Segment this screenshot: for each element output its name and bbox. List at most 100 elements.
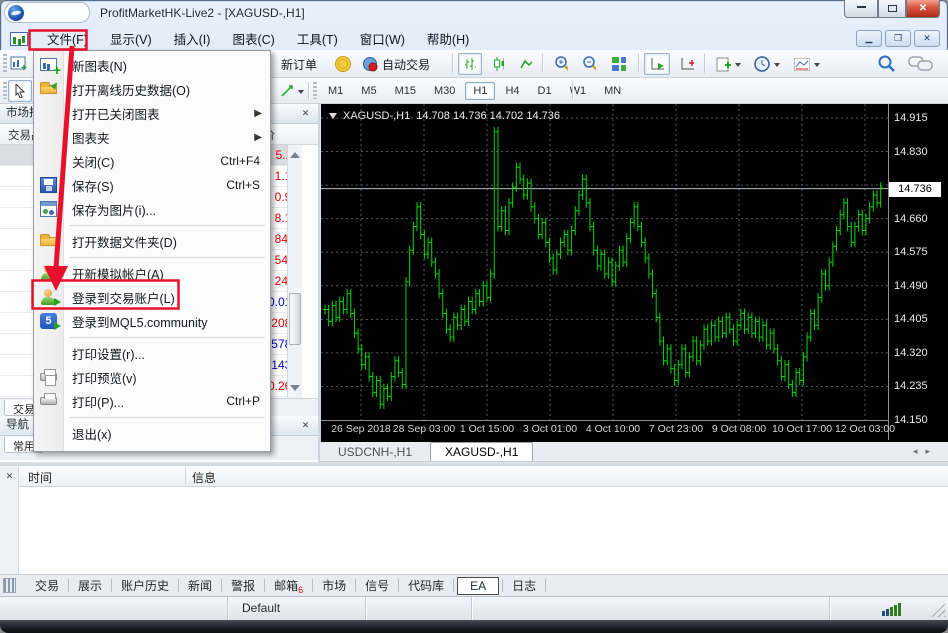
menu-item-6[interactable]: 帮助(H) xyxy=(416,26,480,51)
candlestick-mode-button[interactable] xyxy=(486,53,510,75)
minimize-button[interactable] xyxy=(844,0,878,18)
chart-window-icon[interactable] xyxy=(10,32,28,46)
file-menu-item-16[interactable]: 打印(P)...Ctrl+P xyxy=(34,389,270,413)
new-chart-icon[interactable]: + xyxy=(8,54,30,74)
timeframe-m1[interactable]: M1 xyxy=(320,82,351,100)
chart-window[interactable]: XAGUSD-,H1 14.708 14.736 14.702 14.736 1… xyxy=(321,104,948,442)
print-icon xyxy=(40,397,57,405)
tile-windows-button[interactable] xyxy=(606,53,632,75)
close-button[interactable]: ✕ xyxy=(906,0,940,18)
menu-item-5[interactable]: 窗口(W) xyxy=(349,26,416,51)
chart-tab-1[interactable]: XAGUSD-,H1 xyxy=(430,442,533,461)
auto-trading-button[interactable]: 自动交易 xyxy=(356,53,436,75)
timeframe-h1[interactable]: H1 xyxy=(465,82,495,100)
resize-grip[interactable] xyxy=(931,603,945,617)
timeframe-m15[interactable]: M15 xyxy=(387,82,424,100)
terminal-tab-ea[interactable]: EA xyxy=(457,577,499,595)
terminal-tab-代码库[interactable]: 代码库 xyxy=(399,576,453,595)
cursor-tool-button[interactable] xyxy=(8,80,32,102)
terminal-tab-市场[interactable]: 市场 xyxy=(313,576,355,595)
terminal-tab-警报[interactable]: 警报 xyxy=(222,576,264,595)
time-tick-label: 4 Oct 10:00 xyxy=(586,423,640,435)
file-menu-item-8[interactable]: 打开数据文件夹(D) xyxy=(34,229,270,253)
account-new-icon xyxy=(40,265,57,281)
file-menu-item-2[interactable]: 打开已关闭图表▶ xyxy=(34,101,270,125)
column-message[interactable]: 信息 xyxy=(192,469,216,486)
terminal-tab-信号[interactable]: 信号 xyxy=(356,576,398,595)
terminal-tab-账户历史[interactable]: 账户历史 xyxy=(112,576,178,595)
menu-item-1[interactable]: 显示(V) xyxy=(99,26,163,51)
file-menu-item-3[interactable]: 图表夹▶ xyxy=(34,125,270,149)
bar-chart-mode-button[interactable] xyxy=(458,53,482,75)
terminal-tab-新闻[interactable]: 新闻 xyxy=(179,576,221,595)
file-menu-item-12[interactable]: 登录到MQL5.community xyxy=(34,309,270,333)
terminal-tab-交易[interactable]: 交易 xyxy=(26,576,68,595)
mql5-coin-icon[interactable] xyxy=(332,54,354,74)
toolbar-grip[interactable] xyxy=(313,82,317,99)
zoom-in-button[interactable] xyxy=(548,53,574,75)
file-menu-item-1[interactable]: 打开离线历史数据(O) xyxy=(34,77,270,101)
terminal-tab-展示[interactable]: 展示 xyxy=(69,576,111,595)
file-menu-item-5[interactable]: 保存(S)Ctrl+S xyxy=(34,173,270,197)
auto-scroll-button[interactable] xyxy=(644,53,670,75)
column-time[interactable]: 时间 xyxy=(28,469,52,486)
menu-item-label: 新图表(N) xyxy=(72,56,127,75)
chevron-down-icon[interactable] xyxy=(329,113,337,123)
menu-item-3[interactable]: 图表(C) xyxy=(221,26,285,51)
templates-dropdown[interactable] xyxy=(788,53,826,75)
line-chart-mode-button[interactable] xyxy=(514,53,538,75)
chevron-down-icon xyxy=(774,63,780,70)
file-menu-item-6[interactable]: 保存为图片(i)... xyxy=(34,197,270,221)
menu-item-4[interactable]: 工具(T) xyxy=(286,26,349,51)
tab-scroll-arrows[interactable]: ◂▸ xyxy=(913,446,938,457)
timeframe-m5[interactable]: M5 xyxy=(353,82,384,100)
timeframe-w1[interactable]: W1 xyxy=(562,82,595,100)
chart-tab-0[interactable]: USDCNH-,H1 xyxy=(324,443,426,461)
zoom-out-button[interactable] xyxy=(576,53,602,75)
new-order-button[interactable]: 新订单 xyxy=(270,53,328,75)
close-icon[interactable]: ✕ xyxy=(299,419,312,432)
file-menu-item-10[interactable]: 开新模拟帐户(A) xyxy=(34,261,270,285)
menu-item-2[interactable]: 插入(I) xyxy=(163,26,222,51)
mdi-close-button[interactable]: ✕ xyxy=(914,30,940,47)
menu-item-label: 打开数据文件夹(D) xyxy=(72,232,177,251)
file-menu-item-11[interactable]: 登录到交易账户(L) xyxy=(34,285,270,309)
chat-icon[interactable] xyxy=(906,54,936,74)
scroll-up-icon[interactable] xyxy=(290,147,300,158)
scrollbar-thumb[interactable] xyxy=(289,293,301,345)
timeframe-d1[interactable]: D1 xyxy=(530,82,560,100)
application-window: ProfitMarketHK-Live2 - [XAGUSD-,H1] ✕ 文件… xyxy=(0,0,948,633)
search-icon[interactable] xyxy=(876,54,898,74)
close-icon[interactable]: ✕ xyxy=(299,107,312,120)
green-arrow-icon xyxy=(54,322,65,330)
file-menu-item-18[interactable]: 退出(x) xyxy=(34,421,270,445)
indicators-dropdown[interactable] xyxy=(710,53,747,75)
timeframe-mn[interactable]: MN xyxy=(596,82,629,100)
file-menu-item-15[interactable]: 打印预览(v) xyxy=(34,365,270,389)
mdi-restore-button[interactable]: ❐ xyxy=(885,30,911,47)
maximize-button[interactable] xyxy=(878,0,906,18)
terminal-tab-日志[interactable]: 日志 xyxy=(503,576,545,595)
market-watch-scrollbar[interactable] xyxy=(287,145,302,398)
line-studies-dropdown[interactable] xyxy=(274,80,310,102)
menu-item-label: 开新模拟帐户(A) xyxy=(72,264,164,283)
chart-shift-button[interactable] xyxy=(674,53,700,75)
sidebar-toggle-icon[interactable] xyxy=(3,578,16,593)
menu-item-0[interactable]: 文件(F) xyxy=(36,26,99,51)
mdi-minimize-button[interactable]: ▁ xyxy=(856,30,882,47)
periods-dropdown[interactable] xyxy=(748,53,786,75)
status-cell xyxy=(472,597,830,620)
candlestick-plot[interactable] xyxy=(321,104,948,442)
chevron-down-icon xyxy=(814,63,820,70)
file-menu-item-4[interactable]: 关闭(C)Ctrl+F4 xyxy=(34,149,270,173)
file-menu-item-0[interactable]: 新图表(N) xyxy=(34,53,270,77)
toolbar-grip[interactable] xyxy=(3,54,7,73)
timeframe-m30[interactable]: M30 xyxy=(426,82,463,100)
timeframe-h4[interactable]: H4 xyxy=(497,82,527,100)
close-icon[interactable]: ✕ xyxy=(3,470,16,483)
terminal-tab-邮箱[interactable]: 邮箱6 xyxy=(265,576,312,596)
toolbar-grip[interactable] xyxy=(3,82,7,99)
file-menu-item-14[interactable]: 打印设置(r)... xyxy=(34,341,270,365)
column-divider xyxy=(185,468,186,484)
scroll-down-icon[interactable] xyxy=(290,385,300,396)
